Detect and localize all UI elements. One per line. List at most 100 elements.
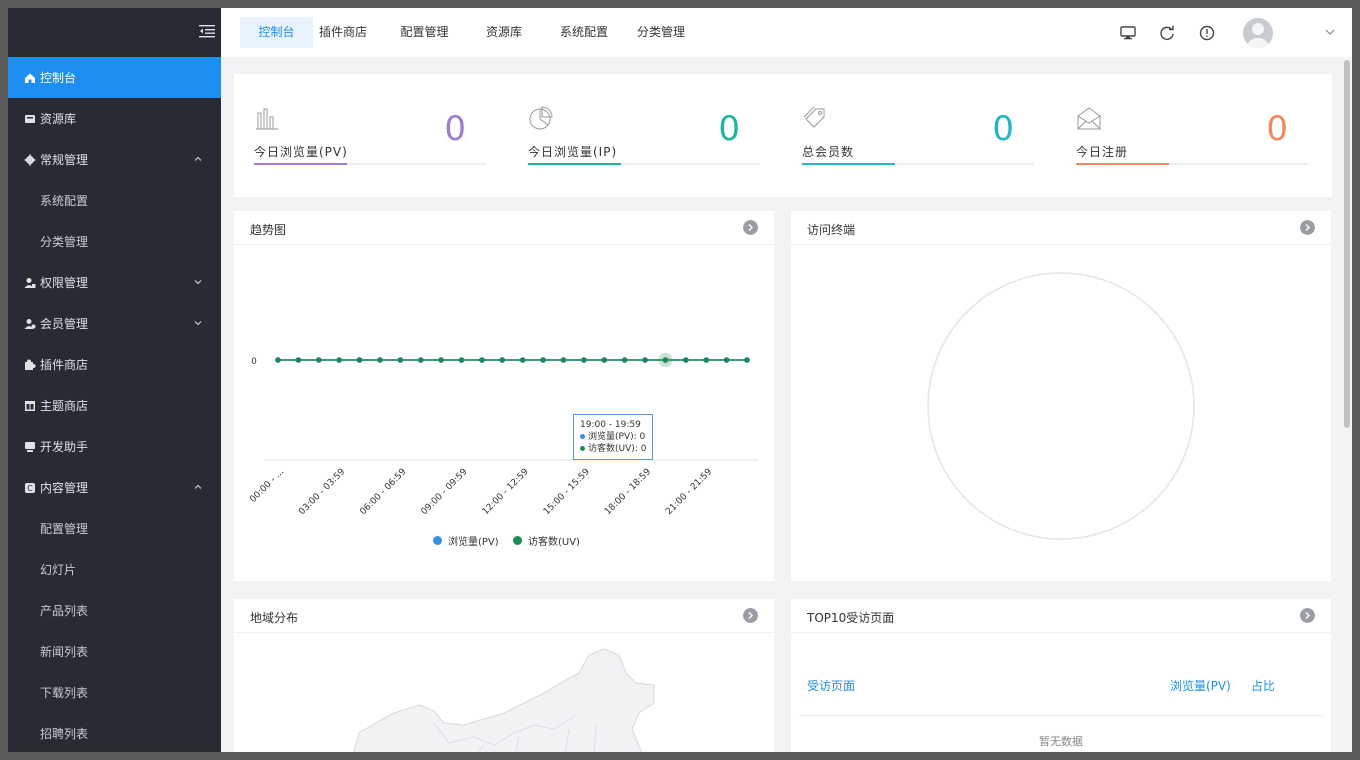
y-tick-label: 0 bbox=[251, 357, 257, 367]
legend-uv[interactable]: 访客数(UV) bbox=[513, 533, 580, 548]
chevron-right-icon[interactable] bbox=[1300, 608, 1315, 623]
refresh-icon[interactable] bbox=[1158, 24, 1176, 42]
sidebar-item-label: 招聘列表 bbox=[40, 727, 89, 741]
stat-label: 今日浏览量(IP) bbox=[528, 145, 618, 159]
empty-state: 暂无数据 bbox=[1039, 735, 1083, 748]
content-icon: C bbox=[25, 482, 35, 493]
chevron-right-icon[interactable] bbox=[743, 220, 758, 235]
sidebar-item-14[interactable]: 新闻列表 bbox=[8, 631, 221, 672]
panel-header: 趋势图 bbox=[234, 211, 774, 245]
data-point bbox=[540, 357, 546, 363]
legend-uv-label: 访客数(UV) bbox=[528, 537, 580, 548]
sidebar-item-label: 系统配置 bbox=[40, 194, 89, 208]
user-icon bbox=[1247, 23, 1269, 48]
x-tick-label: 00:00 - ... bbox=[248, 467, 286, 505]
sidebar-item-11[interactable]: 配置管理 bbox=[8, 508, 221, 549]
sidebar-item-8[interactable]: 主题商店 bbox=[8, 385, 221, 426]
stat-progress-fill bbox=[802, 163, 895, 165]
sidebar-item-10[interactable]: C 内容管理 bbox=[8, 467, 221, 508]
data-point bbox=[336, 357, 342, 363]
data-point bbox=[642, 357, 648, 363]
top10-col-pv[interactable]: 浏览量(PV) bbox=[1170, 677, 1231, 694]
sidebar-item-5[interactable]: 权限管理 bbox=[8, 262, 221, 303]
tab-4[interactable]: 系统配置 bbox=[547, 17, 621, 48]
tooltip-pv: 浏览量(PV): 0 bbox=[580, 431, 646, 443]
avatar[interactable] bbox=[1243, 18, 1273, 48]
empty-pie-ring bbox=[927, 272, 1195, 540]
tab-3[interactable]: 资源库 bbox=[474, 17, 534, 48]
panel-header: TOP10受访页面 bbox=[791, 599, 1331, 633]
data-point bbox=[723, 357, 730, 363]
tooltip-uv: 访客数(UV): 0 bbox=[580, 443, 646, 455]
sidebar-item-2[interactable]: 常规管理 bbox=[8, 139, 221, 180]
pie-chart-icon bbox=[529, 106, 553, 130]
chevron-right-icon[interactable] bbox=[743, 608, 758, 623]
home-icon bbox=[25, 73, 35, 83]
panel-title: TOP10受访页面 bbox=[807, 611, 895, 625]
sidebar-item-9[interactable]: 开发助手 bbox=[8, 426, 221, 467]
china-map[interactable] bbox=[234, 633, 774, 752]
puzzle-icon bbox=[25, 359, 36, 370]
user-permission-icon bbox=[24, 277, 36, 288]
data-point bbox=[438, 357, 444, 363]
sidebar-item-13[interactable]: 产品列表 bbox=[8, 590, 221, 631]
data-point bbox=[275, 357, 281, 363]
data-point bbox=[356, 357, 363, 363]
sidebar-item-label: 新闻列表 bbox=[40, 645, 89, 659]
top10-col-ratio[interactable]: 占比 bbox=[1251, 677, 1275, 694]
layout-icon bbox=[25, 400, 35, 411]
tab-1[interactable]: 插件商店 bbox=[310, 17, 376, 48]
data-point bbox=[519, 357, 526, 363]
stat-progress-fill bbox=[254, 163, 347, 165]
tooltip-time: 19:00 - 19:59 bbox=[580, 420, 641, 430]
region-panel: 地域分布 bbox=[234, 599, 774, 752]
data-point bbox=[377, 357, 383, 363]
sidebar-item-6[interactable]: 会员管理 bbox=[8, 303, 221, 344]
legend-pv-label: 浏览量(PV) bbox=[448, 537, 499, 548]
stat-label: 总会员数 bbox=[802, 145, 855, 159]
chevron-down-icon[interactable] bbox=[1325, 28, 1335, 36]
sidebar-item-3[interactable]: 系统配置 bbox=[8, 180, 221, 221]
data-point bbox=[683, 357, 689, 363]
device-panel: 访问终端 bbox=[791, 211, 1331, 581]
sidebar-item-1[interactable]: 资源库 bbox=[8, 98, 221, 139]
sidebar-item-12[interactable]: 幻灯片 bbox=[8, 549, 221, 590]
sidebar-item-7[interactable]: 插件商店 bbox=[8, 344, 221, 385]
member-icon bbox=[24, 318, 36, 329]
stat-value: 0 bbox=[718, 109, 740, 149]
sidebar-item-4[interactable]: 分类管理 bbox=[8, 221, 221, 262]
chevron-right-icon[interactable] bbox=[1300, 220, 1315, 235]
sidebar-item-label: 下载列表 bbox=[40, 686, 89, 700]
chevron-down-icon bbox=[194, 321, 202, 326]
sidebar-item-label: 主题商店 bbox=[40, 399, 89, 413]
pv-dot bbox=[580, 434, 585, 439]
legend-pv[interactable]: 浏览量(PV) bbox=[433, 533, 499, 548]
x-tick-label: 18:00 - 18:59 bbox=[603, 467, 653, 517]
chevron-down-icon bbox=[194, 280, 202, 285]
mail-open-icon bbox=[1077, 107, 1101, 130]
tab-0[interactable]: 控制台 bbox=[240, 17, 313, 48]
alert-circle-icon[interactable] bbox=[1198, 24, 1216, 42]
monitor-icon[interactable] bbox=[1119, 24, 1137, 42]
sidebar: 控制台 资源库 常规管理系统配置分类管理 权限管理会员管理插件商店主题商店开发助手 C 内… bbox=[8, 8, 221, 752]
sidebar-item-0[interactable]: 控制台 bbox=[8, 57, 221, 98]
stat-progress-fill bbox=[528, 163, 621, 165]
sidebar-item-15[interactable]: 下载列表 bbox=[8, 672, 221, 713]
divider bbox=[799, 715, 1323, 716]
sidebar-item-label: 会员管理 bbox=[40, 317, 89, 331]
data-point bbox=[397, 357, 404, 363]
tab-2[interactable]: 配置管理 bbox=[388, 17, 461, 48]
sidebar-item-label: 内容管理 bbox=[40, 481, 89, 495]
trend-panel: 趋势图 0 00:00 - ... 03:00 - 03:59 06:00 - 06:… bbox=[234, 211, 774, 581]
stat-item: 今日浏览量(IP) 0 bbox=[508, 74, 760, 197]
stat-progress-track bbox=[528, 163, 760, 165]
stat-label: 今日注册 bbox=[1076, 145, 1129, 159]
scrollbar[interactable] bbox=[1344, 60, 1350, 428]
top10-panel: TOP10受访页面 受访页面 浏览量(PV) 占比 暂无数据 bbox=[791, 599, 1331, 752]
tab-5[interactable]: 分类管理 bbox=[629, 17, 693, 48]
x-tick-label: 03:00 - 03:59 bbox=[297, 467, 347, 517]
data-point bbox=[560, 357, 567, 363]
top10-col-page[interactable]: 受访页面 bbox=[807, 677, 855, 694]
menu-collapse-icon[interactable] bbox=[199, 24, 215, 38]
sidebar-item-16[interactable]: 招聘列表 bbox=[8, 713, 221, 752]
